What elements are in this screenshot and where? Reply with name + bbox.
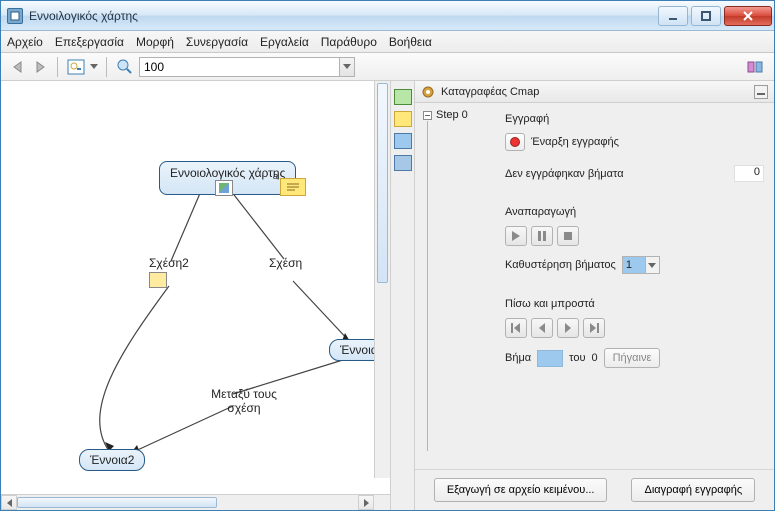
fit-view-icon[interactable]	[66, 57, 86, 77]
start-recording-label: Έναρξη εγγραφής	[531, 136, 619, 148]
last-step-button[interactable]	[583, 318, 605, 338]
steps-count: 0	[734, 165, 764, 182]
zoom-input[interactable]	[140, 58, 339, 76]
nav-back-button[interactable]	[9, 58, 27, 76]
section-record-title: Εγγραφή	[505, 113, 764, 125]
step-input[interactable]	[537, 350, 563, 367]
menu-help[interactable]: Βοήθεια	[389, 35, 432, 49]
delete-recording-button[interactable]: Διαγραφή εγγραφής	[631, 478, 755, 502]
note-resource-icon[interactable]	[280, 178, 306, 196]
step-word-a: Βήμα	[505, 352, 531, 364]
window-title: Εννοιλογικός χάρτης	[29, 9, 658, 23]
menu-file[interactable]: Αρχείο	[7, 35, 43, 49]
next-step-button[interactable]	[557, 318, 579, 338]
notes-view-icon[interactable]	[394, 111, 412, 127]
steps-tree[interactable]: Step 0	[415, 103, 495, 469]
cmap-root-node[interactable]: Εννοιολογικός χάρτης	[159, 161, 296, 195]
first-step-button[interactable]	[505, 318, 527, 338]
record-button[interactable]	[505, 133, 525, 151]
no-steps-label: Δεν εγγράφηκαν βήματα	[505, 168, 624, 180]
link-label[interactable]: Σχέση2	[149, 256, 189, 288]
play-button[interactable]	[505, 226, 527, 246]
app-window: Εννοιλογικός χάρτης Αρχείο Επεξεργασία Μ…	[0, 0, 775, 511]
zoom-combo[interactable]	[139, 57, 355, 77]
menu-edit[interactable]: Επεξεργασία	[55, 35, 124, 49]
maximize-button[interactable]	[691, 6, 721, 26]
tree-collapse-icon[interactable]	[423, 111, 432, 120]
tree-line	[427, 121, 428, 451]
list-view-icon[interactable]	[394, 89, 412, 105]
cmap-node[interactable]: Έννοια2	[79, 449, 145, 471]
menu-tools[interactable]: Εργαλεία	[260, 35, 309, 49]
magnifier-icon[interactable]	[115, 57, 135, 77]
menu-collab[interactable]: Συνεργασία	[186, 35, 248, 49]
stop-button[interactable]	[557, 226, 579, 246]
chevron-down-icon[interactable]	[90, 64, 98, 69]
step-delay-combo[interactable]: 1	[622, 256, 660, 274]
panel-minimize-button[interactable]	[754, 85, 768, 99]
titlebar: Εννοιλογικός χάρτης	[1, 1, 774, 31]
link-label[interactable]: Σχέση	[269, 256, 302, 270]
tree-root-label: Step 0	[436, 109, 468, 121]
section-nav-title: Πίσω και μπροστά	[505, 298, 764, 310]
recorder-panel: Καταγραφέας Cmap Step 0 Εγγραφή Έναρξη ε…	[415, 81, 774, 510]
minimize-button[interactable]	[658, 6, 688, 26]
section-playback-title: Αναπαραγωγή	[505, 206, 764, 218]
panel-footer: Εξαγωγή σε αρχείο κειμένου... Διαγραφή ε…	[415, 469, 774, 510]
panel-title: Καταγραφέας Cmap	[441, 86, 539, 98]
cmap-connectors	[1, 81, 390, 494]
app-icon	[7, 8, 23, 24]
step-delay-label: Καθυστέρηση βήματος	[505, 259, 616, 271]
vertical-scrollbar[interactable]	[374, 81, 390, 478]
step-total: 0	[591, 352, 597, 364]
text-resource-icon[interactable]	[149, 272, 167, 288]
chevron-down-icon[interactable]	[645, 257, 659, 273]
toolbar	[1, 53, 774, 81]
export-button[interactable]: Εξαγωγή σε αρχείο κειμένου...	[434, 478, 608, 502]
pause-button[interactable]	[531, 226, 553, 246]
menubar: Αρχείο Επεξεργασία Μορφή Συνεργασία Εργα…	[1, 31, 774, 53]
canvas-pane: Εννοιολογικός χάρτης Σχέση2 Σχέση	[1, 81, 391, 510]
horizontal-scrollbar[interactable]	[1, 494, 390, 510]
image-resource-icon[interactable]	[215, 180, 233, 196]
styles-icon[interactable]	[746, 57, 766, 77]
cmap-canvas[interactable]: Εννοιολογικός χάρτης Σχέση2 Σχέση	[1, 81, 390, 494]
go-button[interactable]: Πήγαινε	[604, 348, 661, 368]
close-button[interactable]	[724, 6, 772, 26]
link-label[interactable]: Μεταξύ τους σχέση	[199, 387, 289, 415]
step-word-b: του	[569, 352, 585, 364]
record-icon	[510, 137, 520, 147]
menu-window[interactable]: Παράθυρο	[321, 35, 377, 49]
chevron-down-icon[interactable]	[339, 58, 354, 76]
node-label: Εννοιολογικός χάρτης	[170, 166, 285, 180]
recorder-view-icon[interactable]	[394, 155, 412, 171]
gear-icon	[421, 85, 435, 99]
prev-step-button[interactable]	[531, 318, 553, 338]
chat-view-icon[interactable]	[394, 133, 412, 149]
menu-format[interactable]: Μορφή	[136, 35, 174, 49]
side-icon-strip	[391, 81, 415, 510]
nav-forward-button[interactable]	[31, 58, 49, 76]
panel-header: Καταγραφέας Cmap	[415, 81, 774, 103]
